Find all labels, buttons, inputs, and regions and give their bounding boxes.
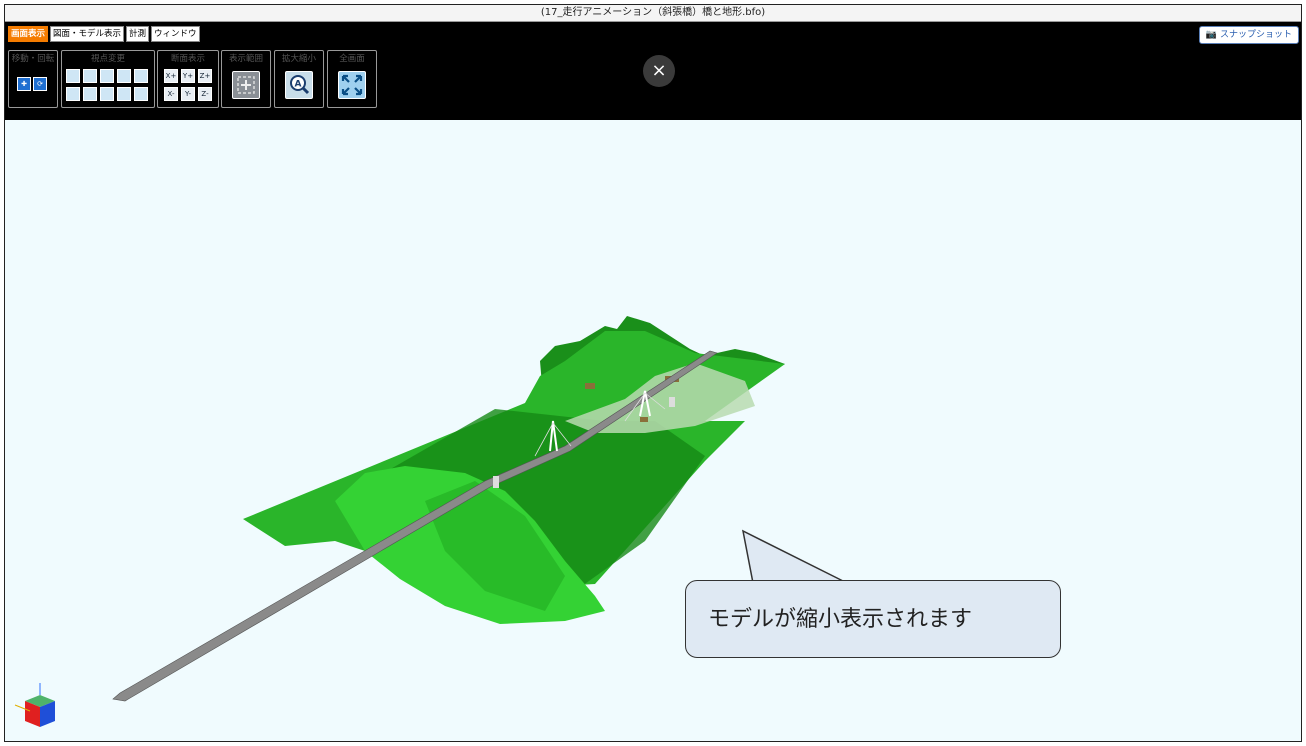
view-iso-4-icon[interactable]: [134, 87, 148, 101]
app-window: (17_走行アニメーション（斜張橋）橋と地形.bfo) 画面表示 図面・モデル表…: [4, 4, 1302, 742]
svg-text:A: A: [295, 80, 302, 90]
callout-tail: [705, 529, 846, 584]
callout-message: モデルが縮小表示されます: [685, 580, 1061, 658]
section-x-minus-button[interactable]: X-: [164, 87, 178, 101]
group-zoom: 拡大縮小 A: [274, 50, 324, 108]
view-back-icon[interactable]: [83, 69, 97, 83]
group-fullscreen: 全画面: [327, 50, 377, 108]
view-right-icon[interactable]: [66, 87, 80, 101]
section-z-plus-button[interactable]: Z+: [198, 69, 212, 83]
snapshot-button[interactable]: 📷 スナップショット: [1198, 26, 1299, 44]
view-iso-2-icon[interactable]: [134, 69, 148, 83]
group-display-range-label: 表示範囲: [228, 54, 263, 64]
group-move-rotate-label: 移動・回転: [11, 54, 55, 64]
view-front-icon[interactable]: [66, 69, 80, 83]
tab-drawing-model-display[interactable]: 図面・モデル表示: [50, 26, 125, 42]
move-icon[interactable]: ✚: [17, 77, 31, 91]
tab-screen-display[interactable]: 画面表示: [8, 26, 49, 42]
section-x-plus-button[interactable]: X+: [164, 69, 178, 83]
section-y-minus-button[interactable]: Y-: [181, 87, 195, 101]
close-button[interactable]: ×: [643, 55, 675, 87]
menu-bar: 画面表示 図面・モデル表示 計測 ウィンドウ: [8, 26, 200, 42]
toolbar: 画面表示 図面・モデル表示 計測 ウィンドウ 移動・回転 ✚ ⟳ 視点変更 断面…: [5, 22, 1301, 120]
view-top-icon[interactable]: [83, 87, 97, 101]
section-z-minus-button[interactable]: Z-: [198, 87, 212, 101]
tab-measure[interactable]: 計測: [126, 26, 150, 42]
group-viewpoint-label: 視点変更: [90, 54, 125, 64]
fullscreen-icon[interactable]: [338, 71, 366, 99]
tab-window[interactable]: ウィンドウ: [151, 26, 200, 42]
section-y-plus-button[interactable]: Y+: [181, 69, 195, 83]
window-title: (17_走行アニメーション（斜張橋）橋と地形.bfo): [5, 5, 1301, 22]
group-fullscreen-label: 全画面: [339, 54, 365, 64]
3d-viewport[interactable]: [5, 121, 1301, 741]
view-iso-3-icon[interactable]: [117, 87, 131, 101]
group-section-label: 断面表示: [170, 54, 205, 64]
group-display-range: 表示範囲: [221, 50, 271, 108]
zoom-icon[interactable]: A: [285, 71, 313, 99]
camera-icon: 📷: [1205, 30, 1218, 40]
group-move-rotate: 移動・回転 ✚ ⟳: [8, 50, 58, 108]
display-range-icon[interactable]: [232, 71, 260, 99]
view-iso-1-icon[interactable]: [117, 69, 131, 83]
group-section: 断面表示 X+ Y+ Z+ X- Y- Z-: [157, 50, 219, 108]
view-bottom-icon[interactable]: [100, 87, 114, 101]
rotate-icon[interactable]: ⟳: [33, 77, 47, 91]
view-left-icon[interactable]: [100, 69, 114, 83]
snapshot-label: スナップショット: [1219, 30, 1292, 40]
group-zoom-label: 拡大縮小: [281, 54, 316, 64]
group-viewpoint: 視点変更: [61, 50, 155, 108]
